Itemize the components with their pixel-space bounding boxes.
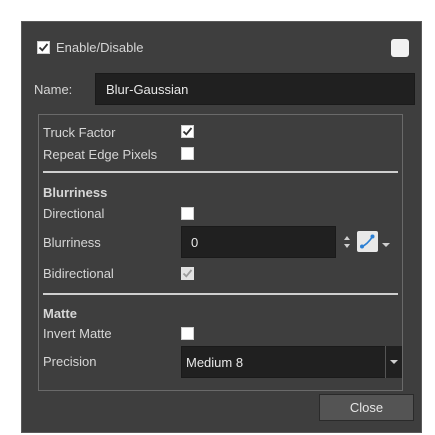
function-curve-button[interactable]	[357, 231, 378, 252]
repeat-edge-pixels-label: Repeat Edge Pixels	[43, 147, 158, 162]
precision-label: Precision	[43, 354, 97, 369]
matte-section-heading: Matte	[43, 306, 77, 321]
chevron-down-icon	[390, 360, 398, 364]
chevron-down-icon	[382, 243, 390, 247]
function-curve-icon	[360, 234, 375, 249]
function-menu-button[interactable]	[381, 237, 391, 247]
section-divider	[43, 171, 398, 173]
truck-factor-checkbox[interactable]	[181, 125, 194, 138]
blurriness-spinner[interactable]	[343, 234, 351, 250]
invert-matte-label: Invert Matte	[43, 326, 112, 341]
bidirectional-label: Bidirectional	[43, 266, 114, 281]
section-divider	[43, 293, 398, 295]
close-button[interactable]: Close	[319, 394, 414, 421]
name-label: Name:	[34, 82, 73, 97]
checkmark-icon	[38, 43, 49, 52]
directional-checkbox[interactable]	[181, 207, 194, 220]
repeat-edge-pixels-checkbox[interactable]	[181, 147, 194, 160]
blurriness-section-heading: Blurriness	[43, 185, 108, 200]
enable-disable-label: Enable/Disable	[56, 40, 144, 55]
blurriness-label: Blurriness	[43, 235, 101, 250]
enable-disable-checkbox[interactable]	[37, 41, 50, 54]
bidirectional-checkbox[interactable]	[181, 267, 194, 280]
directional-label: Directional	[43, 206, 105, 221]
truck-factor-label: Truck Factor	[43, 125, 116, 140]
invert-matte-checkbox[interactable]	[181, 327, 194, 340]
spinner-arrows-icon	[344, 236, 350, 248]
blurriness-value-field[interactable]: 0	[181, 226, 336, 258]
precision-dropdown[interactable]: Medium 8	[181, 346, 386, 378]
color-swatch-button[interactable]	[391, 39, 409, 57]
checkmark-icon	[182, 269, 193, 278]
checkmark-icon	[182, 127, 193, 136]
parameters-group: Truck Factor Repeat Edge Pixels Blurrine…	[38, 114, 403, 391]
precision-dropdown-arrow[interactable]	[385, 346, 402, 378]
effect-properties-dialog: Enable/Disable Name: Blur-Gaussian Truck…	[21, 21, 422, 433]
name-field[interactable]: Blur-Gaussian	[95, 73, 415, 105]
